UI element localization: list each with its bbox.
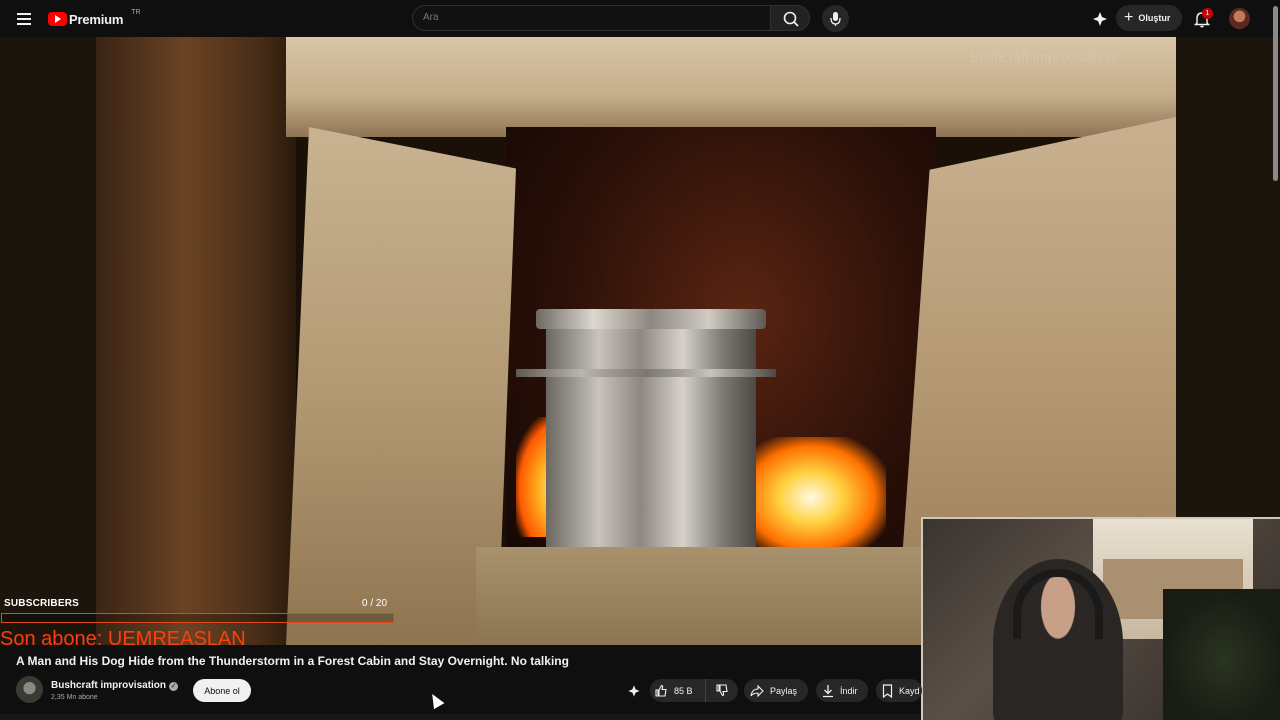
channel-watermark: Bushcraft improvisation <box>970 49 1116 65</box>
channel-name[interactable]: Bushcraft improvisation <box>51 680 166 691</box>
ash-floor <box>476 547 946 645</box>
dislike-button[interactable] <box>706 683 738 699</box>
subscribers-goal-count: 0 / 20 <box>362 598 388 609</box>
save-label: Kayd <box>899 685 920 696</box>
share-arrow-icon <box>750 684 764 698</box>
logo-region: TR <box>131 8 141 16</box>
menu-icon[interactable] <box>12 7 36 31</box>
thumbs-up-icon <box>654 684 668 698</box>
pot-lip <box>516 369 776 377</box>
subscribers-goal-bar <box>1 613 394 623</box>
video-title: A Man and His Dog Hide from the Thunders… <box>16 654 569 668</box>
mic-icon <box>830 12 841 26</box>
like-count: 85 B <box>674 685 693 696</box>
channel-avatar[interactable] <box>16 676 43 703</box>
webcam-plant <box>1163 589 1280 720</box>
subscribers-goal-label: SUBSCRIBERS <box>4 598 79 609</box>
save-button[interactable]: Kayd <box>876 679 922 702</box>
sparkle-button[interactable] <box>1090 9 1110 29</box>
search-box[interactable] <box>412 5 770 31</box>
description-box-edge <box>0 714 920 720</box>
steel-pot <box>546 317 756 562</box>
download-button[interactable]: İndir <box>816 679 868 702</box>
create-button[interactable]: + Oluştur <box>1116 5 1182 31</box>
like-dislike-group: 85 B <box>650 679 738 702</box>
channel-subscriber-count: 2,35 Mn abone <box>51 694 98 701</box>
logo-text: Premium <box>69 11 124 27</box>
account-avatar[interactable] <box>1229 8 1250 29</box>
search-icon <box>783 11 799 27</box>
flame-right <box>736 437 886 547</box>
sparkle-icon <box>627 684 640 697</box>
page-scrollbar[interactable] <box>1271 0 1280 720</box>
download-label: İndir <box>840 685 858 696</box>
top-bar: Premium TR + Oluştur 1 <box>0 0 1280 37</box>
search-button[interactable] <box>770 5 810 31</box>
last-subscriber-text: Son abone: UEMREASLAN <box>0 628 246 650</box>
download-icon <box>822 684 834 698</box>
mouse-cursor-icon <box>427 691 445 710</box>
scrollbar-thumb[interactable] <box>1273 6 1278 181</box>
notification-count-badge: 1 <box>1202 8 1213 19</box>
subscribe-button[interactable]: Abone ol <box>193 679 251 702</box>
sparkle-icon <box>1093 12 1107 26</box>
wood-beam <box>96 37 296 645</box>
ask-button[interactable] <box>622 679 645 702</box>
like-button[interactable]: 85 B <box>650 679 706 702</box>
search-input[interactable] <box>423 12 723 23</box>
channel-name-row[interactable]: Bushcraft improvisation ✓ <box>51 680 179 691</box>
youtube-logo-icon <box>48 12 67 26</box>
pot-rim <box>536 309 766 329</box>
bookmark-icon <box>882 683 893 698</box>
voice-search-button[interactable] <box>822 5 849 32</box>
plus-icon: + <box>1124 9 1134 26</box>
streamer-webcam <box>921 517 1280 720</box>
thumbs-down-icon <box>715 683 729 699</box>
share-label: Paylaş <box>770 685 798 696</box>
verified-icon: ✓ <box>169 682 179 691</box>
share-button[interactable]: Paylaş <box>744 679 808 702</box>
create-label: Oluştur <box>1138 13 1171 23</box>
youtube-premium-logo[interactable]: Premium TR <box>48 9 141 29</box>
